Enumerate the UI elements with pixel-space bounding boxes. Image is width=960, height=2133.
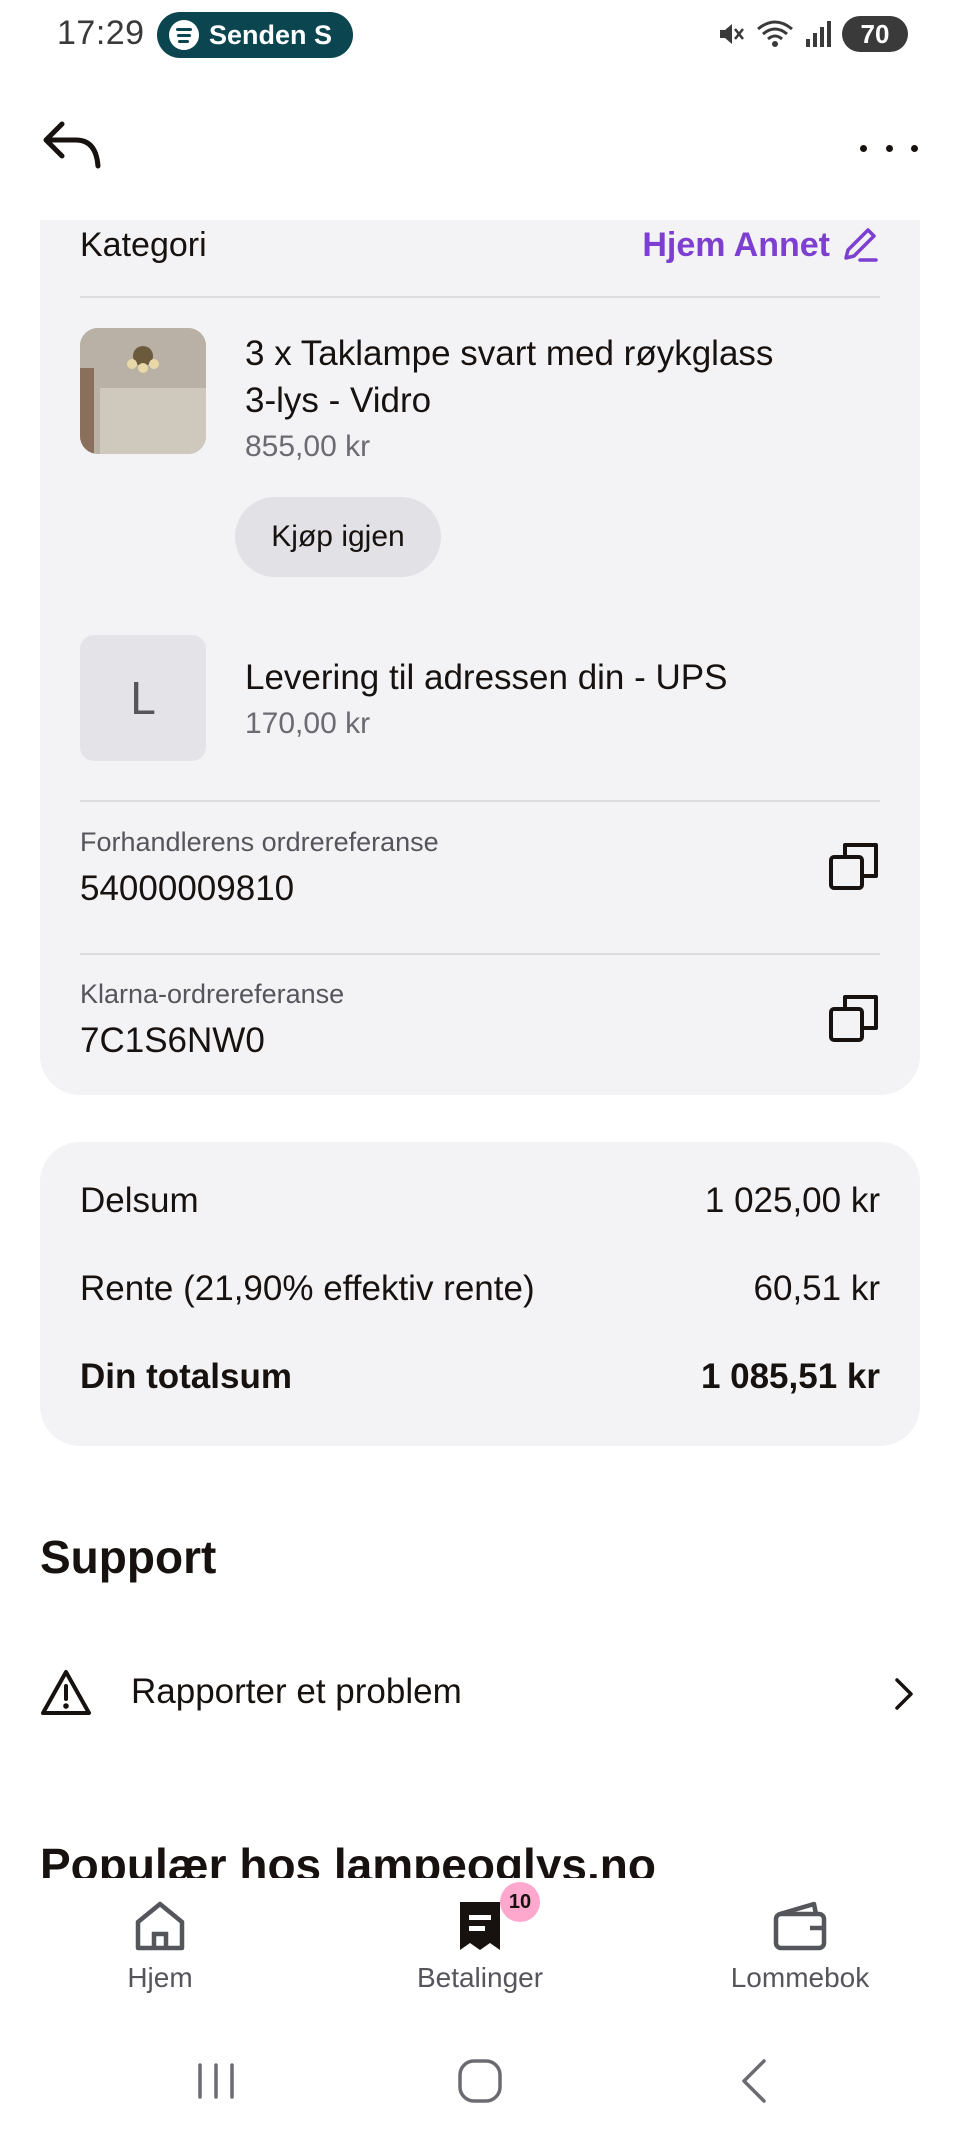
edit-icon[interactable] (840, 224, 880, 264)
product-price: 855,00 kr (245, 430, 371, 463)
bottom-tab-bar: Hjem Betalinger 10 Lommebok (0, 1878, 960, 2008)
total-row: Din totalsum 1 085,51 kr (80, 1357, 880, 1407)
support-heading: Support (40, 1531, 217, 1583)
now-playing-pill[interactable]: Senden S (157, 12, 353, 58)
shipping-title: Levering til adressen din - UPS (245, 658, 728, 697)
system-back-icon[interactable] (728, 2053, 784, 2109)
now-playing-text: Senden S (209, 19, 333, 50)
category-row[interactable]: Kategori Hjem Annet (80, 220, 880, 290)
subtotal-value: 1 025,00 kr (704, 1181, 880, 1220)
order-details-scroll[interactable]: Kategori Hjem Annet 3 x Taklampe svart m… (0, 220, 960, 1878)
subtotal-label: Delsum (80, 1181, 199, 1220)
home-icon (135, 1901, 185, 1951)
wifi-icon (757, 20, 793, 47)
order-card: Kategori Hjem Annet 3 x Taklampe svart m… (40, 220, 920, 1095)
tab-wallet-label: Lommebok (730, 1962, 870, 1993)
warning-icon (41, 1670, 91, 1715)
product-title-line2: 3-lys - Vidro (245, 381, 432, 420)
signal-icon (806, 21, 831, 47)
recent-apps-icon[interactable] (188, 2053, 244, 2109)
category-value[interactable]: Hjem Annet (642, 226, 830, 265)
battery-indicator: 70 (842, 16, 908, 52)
home-button-icon[interactable] (452, 2053, 508, 2109)
mute-icon (720, 24, 744, 44)
wallet-icon (773, 1901, 827, 1951)
chevron-right-icon (895, 1678, 913, 1710)
shipping-letter-tile: L (80, 635, 206, 761)
status-icons: 70 (716, 16, 908, 52)
merchant-ref-value: 54000009810 (80, 869, 295, 908)
divider (80, 953, 880, 955)
spotify-icon (169, 20, 199, 50)
tab-payments-label: Betalinger (416, 1962, 544, 1993)
lamp-photo (80, 328, 206, 454)
total-value: 1 085,51 kr (700, 1357, 880, 1396)
report-problem-row[interactable]: Rapporter et problem (40, 1660, 920, 1740)
top-nav (0, 110, 960, 190)
more-dots-icon[interactable] (854, 128, 924, 168)
interest-row: Rente (21,90% effektiv rente) 60,51 kr (80, 1269, 880, 1319)
status-bar: 17:29 Senden S 70 (0, 0, 960, 72)
tab-payments[interactable]: Betalinger (380, 1898, 580, 2008)
total-label: Din totalsum (80, 1357, 292, 1396)
tab-home[interactable]: Hjem (60, 1898, 260, 2008)
status-time: 17:29 (57, 14, 145, 52)
shipping-price: 170,00 kr (245, 707, 371, 740)
copy-icon[interactable] (828, 840, 880, 892)
report-problem-label: Rapporter et problem (131, 1672, 462, 1711)
popular-heading: Populær hos lampeoglys.no (40, 1839, 656, 1878)
klarna-ref-value: 7C1S6NW0 (80, 1021, 265, 1060)
interest-label: Rente (21,90% effektiv rente) (80, 1269, 535, 1308)
divider (80, 800, 880, 802)
system-navigation-bar (0, 2008, 960, 2133)
payments-badge: 10 (500, 1882, 540, 1922)
product-title-line1: 3 x Taklampe svart med røykglass (245, 334, 774, 373)
tab-wallet[interactable]: Lommebok (700, 1898, 900, 2008)
price-summary-card: Delsum 1 025,00 kr Rente (21,90% effekti… (40, 1142, 920, 1446)
buy-again-button[interactable]: Kjøp igjen (235, 497, 441, 577)
copy-icon[interactable] (828, 992, 880, 1044)
back-arrow-icon[interactable] (40, 118, 104, 174)
product-image[interactable] (80, 328, 206, 454)
category-label: Kategori (80, 226, 207, 264)
merchant-ref-label: Forhandlerens ordrereferanse (80, 827, 439, 857)
product-title[interactable]: 3 x Taklampe svart med røykglass 3-lys -… (245, 330, 845, 424)
divider (80, 296, 880, 298)
klarna-ref-label: Klarna-ordrereferanse (80, 979, 345, 1009)
subtotal-row: Delsum 1 025,00 kr (80, 1181, 880, 1231)
interest-value: 60,51 kr (753, 1269, 880, 1308)
tab-home-label: Hjem (127, 1962, 193, 1993)
